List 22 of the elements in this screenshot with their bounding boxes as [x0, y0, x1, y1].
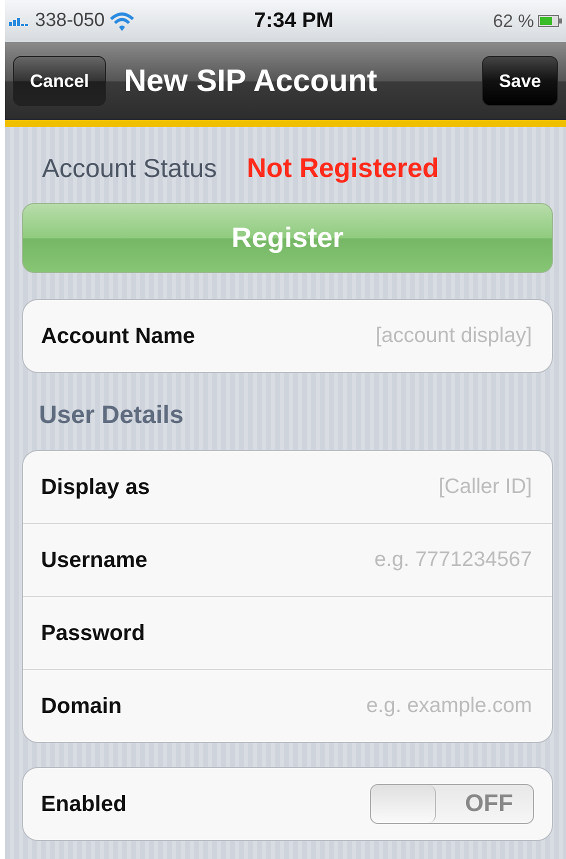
text-field[interactable]: [Caller ID]: [150, 474, 534, 500]
field-label: Account Name: [41, 323, 196, 349]
screen-title: New SIP Account: [124, 63, 378, 99]
carrier-name: 338-050: [35, 10, 105, 32]
signal-icon: [9, 16, 31, 26]
field-label: Domain: [41, 693, 122, 719]
battery-icon: [538, 15, 562, 27]
battery-percent: 62 %: [492, 10, 534, 32]
cancel-button[interactable]: Cancel: [13, 56, 106, 106]
field-label: Password: [41, 620, 145, 646]
text-field[interactable]: e.g. example.com: [122, 693, 534, 719]
status-label: Account Status: [42, 152, 217, 184]
save-button[interactable]: Save: [482, 56, 558, 106]
status-value: Not Registered: [246, 152, 439, 184]
field-label: Username: [41, 547, 148, 573]
field-label: Display as: [41, 474, 150, 500]
field-label: Enabled: [41, 791, 127, 817]
wifi-icon: [108, 11, 135, 31]
text-field[interactable]: e.g. 7771234567: [147, 547, 534, 573]
text-field[interactable]: [account display]: [195, 323, 534, 349]
section-header: User Details: [39, 401, 185, 430]
status-time: 7:34 PM: [254, 9, 334, 33]
